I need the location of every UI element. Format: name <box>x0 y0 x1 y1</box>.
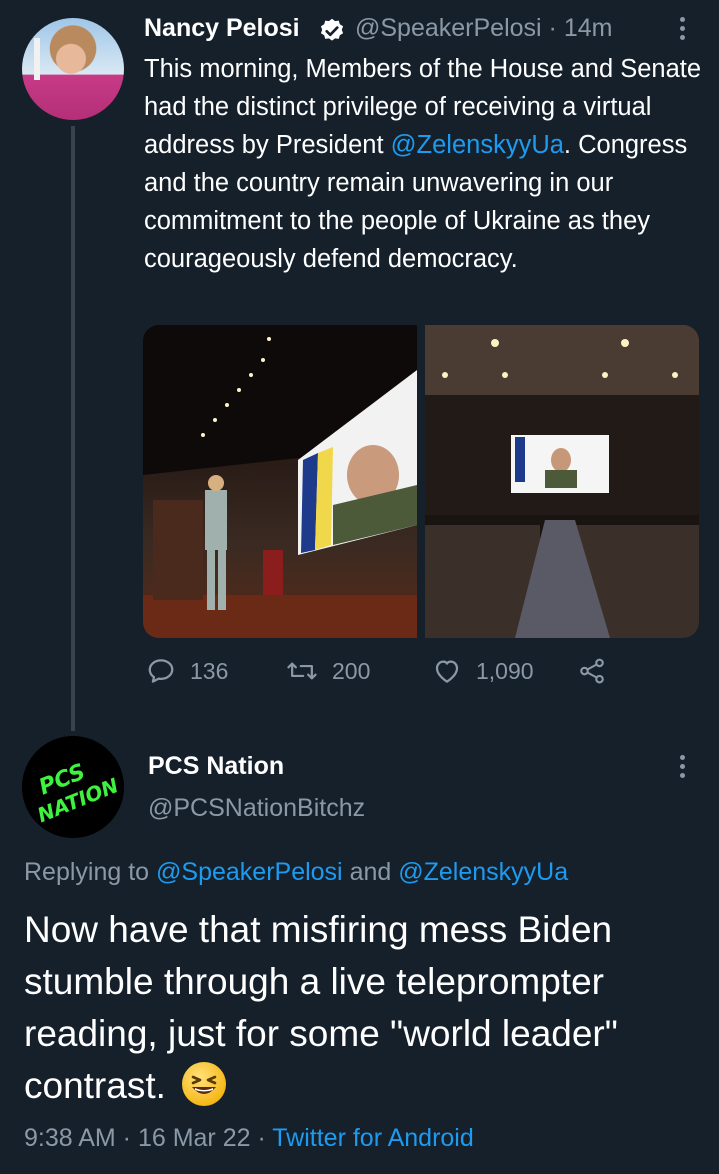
author-handle[interactable]: @SpeakerPelosi <box>355 14 542 42</box>
photo-speaker-at-podium[interactable] <box>143 325 417 638</box>
reply-author-handle[interactable]: @PCSNationBitchz <box>148 794 365 823</box>
thread-connector-line <box>71 126 75 731</box>
reply-count: 136 <box>190 657 229 684</box>
retweet-count: 200 <box>332 657 371 684</box>
reply-text: Now have that misfiring mess Biden stumb… <box>24 904 704 1112</box>
author-name[interactable]: Nancy Pelosi <box>144 14 300 43</box>
mention-link[interactable]: @ZelenskyyUa <box>391 131 564 159</box>
replying-to-line: Replying to @SpeakerPelosi and @Zelensky… <box>24 858 568 887</box>
like-icon <box>435 660 459 683</box>
tweet-actions-bar: 136 200 1,090 <box>146 656 706 696</box>
photo-speaker-illustration <box>143 325 417 638</box>
photo-auditorium-illustration <box>425 325 699 638</box>
like-count: 1,090 <box>476 657 534 684</box>
share-action[interactable] <box>576 656 608 686</box>
photo-auditorium[interactable] <box>425 325 699 638</box>
retweet-action[interactable]: 200 <box>286 656 370 686</box>
replying-and: and <box>342 858 399 886</box>
tweet-time[interactable]: · 14m <box>549 14 613 42</box>
reply-text-body: Now have that misfiring mess Biden stumb… <box>24 909 618 1106</box>
reply-action[interactable]: 136 <box>146 656 228 686</box>
reply-author-name[interactable]: PCS Nation <box>148 752 284 781</box>
author-avatar[interactable] <box>22 18 124 120</box>
reply-author-avatar[interactable]: PCS NATION <box>22 736 124 838</box>
verified-badge-icon <box>320 18 344 41</box>
author-handle-and-time[interactable]: @SpeakerPelosi · 14m <box>355 14 612 43</box>
retweet-icon <box>287 662 317 680</box>
capitol-monument-detail <box>34 38 40 80</box>
more-options-icon[interactable] <box>672 14 692 47</box>
share-icon <box>580 658 604 684</box>
tweet-text: This morning, Members of the House and S… <box>144 50 714 278</box>
replying-to-mention-2[interactable]: @ZelenskyyUa <box>398 858 568 886</box>
tweet-media[interactable] <box>143 325 699 638</box>
reply-timestamp[interactable]: 9:38 AM · 16 Mar 22 · <box>24 1124 272 1152</box>
reply-icon <box>148 659 174 683</box>
replying-to-mention-1[interactable]: @SpeakerPelosi <box>156 858 343 886</box>
more-options-icon[interactable] <box>672 752 692 785</box>
pcs-nation-logo: PCS NATION <box>22 736 124 838</box>
reply-source-link[interactable]: Twitter for Android <box>272 1124 473 1152</box>
reply-timestamp-line: 9:38 AM · 16 Mar 22 · Twitter for Androi… <box>24 1124 474 1153</box>
grinning-squinting-face-emoji <box>182 1062 227 1106</box>
like-action[interactable]: 1,090 <box>432 656 534 686</box>
replying-prefix: Replying to <box>24 858 157 886</box>
